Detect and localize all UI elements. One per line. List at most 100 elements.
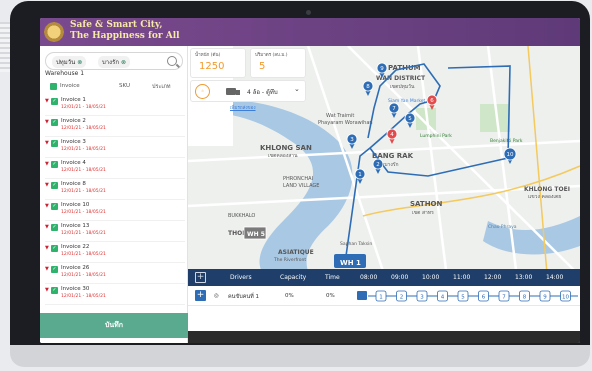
chip-close-icon[interactable]: ⊗ — [121, 59, 126, 66]
timeline-stop[interactable]: 9 — [539, 290, 551, 302]
truck-icon[interactable] — [357, 291, 367, 300]
capacity-value: 0% — [285, 293, 294, 299]
invoice-row[interactable]: ▼ ✓ Invoice 30 12/01/21 - 18/05/21 — [45, 285, 185, 305]
brand-line-2: The Happiness for All — [70, 31, 180, 41]
col-sku[interactable]: SKU — [119, 83, 130, 89]
chevron-down-icon[interactable]: ▼ — [45, 224, 49, 230]
timeline-stop[interactable]: 8 — [519, 290, 530, 302]
filter-chip-2[interactable]: บางรัก ⊗ — [98, 56, 130, 68]
invoice-checkbox[interactable]: ✓ — [51, 245, 58, 252]
time-tick: 11:00 — [453, 274, 471, 281]
col-invoice[interactable]: Invoice — [60, 83, 80, 89]
timeline-stop[interactable]: 10 — [560, 290, 571, 302]
chevron-down-icon[interactable]: ▼ — [45, 266, 49, 272]
time-tick: 12:00 — [484, 274, 502, 281]
time-tick: 14:00 — [546, 274, 564, 281]
invoice-checkbox[interactable]: ✓ — [51, 182, 58, 189]
stop-number: 3 — [350, 137, 354, 143]
warehouse-marker[interactable]: WH 5 — [243, 226, 267, 240]
timeline-stop[interactable]: 4 — [437, 290, 448, 302]
invoice-date: 12/01/21 - 18/05/21 — [61, 210, 106, 215]
vehicle-type: 4 ล้อ - ตู้ทึบ — [247, 89, 278, 96]
invoice-name: Invoice 8 — [61, 181, 86, 187]
expand-row-icon[interactable]: + — [195, 290, 206, 301]
invoice-panel: ปทุมวัน ⊗ บางรัก ⊗ Warehouse 1 Invoice SKU… — [40, 46, 188, 343]
add-driver-icon[interactable]: + — [195, 272, 206, 283]
district-filter[interactable]: ปทุมวัน ⊗ บางรัก ⊗ — [45, 52, 183, 70]
invoice-row[interactable]: ▼ ✓ Invoice 4 12/01/21 - 18/05/21 — [45, 159, 185, 179]
stop-number: 8 — [366, 84, 370, 90]
chevron-down-icon[interactable]: ▼ — [45, 119, 49, 125]
invoice-date: 12/01/21 - 18/05/21 — [61, 147, 106, 152]
invoice-checkbox[interactable]: ✓ — [51, 203, 58, 210]
invoice-row[interactable]: ▼ ✓ Invoice 26 12/01/21 - 18/05/21 — [45, 264, 185, 284]
timeline-stop[interactable]: 3 — [416, 290, 428, 302]
col-capacity: Capacity — [280, 274, 307, 281]
stop-number: 7 — [392, 106, 396, 112]
invoice-checkbox[interactable]: ✓ — [51, 140, 58, 147]
invoice-date: 12/01/21 - 18/05/21 — [61, 168, 106, 173]
chevron-down-icon[interactable]: ▼ — [45, 161, 49, 167]
invoice-column-header: Invoice SKU ประเภท — [45, 82, 185, 94]
search-icon[interactable] — [167, 56, 177, 66]
save-button[interactable]: บันทึก — [40, 313, 188, 338]
timeline-stop[interactable]: 7 — [498, 290, 510, 302]
city-logo — [42, 21, 66, 43]
chevron-down-icon[interactable]: ▼ — [45, 182, 49, 188]
district-label: BUKKHALO — [228, 213, 255, 219]
timeline-stops[interactable]: 1 2 3 4 5 6 7 8 9 10 — [356, 288, 580, 304]
invoice-checkbox[interactable]: ✓ — [51, 224, 58, 231]
invoice-row[interactable]: ▼ ✓ Invoice 2 12/01/21 - 18/05/21 — [45, 117, 185, 137]
invoice-row[interactable]: ▼ ✓ Invoice 10 12/01/21 - 18/05/21 — [45, 201, 185, 221]
chevron-down-icon[interactable]: ▼ — [45, 98, 49, 104]
invoice-row[interactable]: ▼ ✓ Invoice 8 12/01/21 - 18/05/21 — [45, 180, 185, 200]
bottom-bar — [188, 331, 580, 343]
chevron-down-icon[interactable]: ⌄ — [294, 85, 300, 93]
invoice-checkbox[interactable]: ✓ — [51, 266, 58, 273]
col-drivers: Drivers — [230, 274, 252, 281]
vehicle-selector[interactable]: ⏱ 4 ล้อ - ตู้ทึบ ⌄ — [190, 80, 306, 102]
clock-icon: ⏱ — [195, 84, 210, 99]
timeline-stop-number: 7 — [502, 295, 506, 301]
invoice-name: Invoice 26 — [61, 265, 90, 271]
timeline-stop[interactable]: 1 — [375, 290, 387, 302]
driver-row[interactable]: + ◎ คนขับคนที่ 1 0% 0% 1 2 3 4 5 6 7 8 9 10 — [188, 286, 580, 306]
timeline-stop-number: 8 — [523, 295, 527, 301]
invoice-row[interactable]: ▼ ✓ Invoice 22 12/01/21 - 18/05/21 — [45, 243, 185, 263]
invoice-checkbox[interactable]: ✓ — [51, 287, 58, 294]
timeline-stop[interactable]: 6 — [478, 290, 489, 302]
invoice-checkbox[interactable]: ✓ — [51, 161, 58, 168]
invoice-row[interactable]: ▼ ✓ Invoice 3 12/01/21 - 18/05/21 — [45, 138, 185, 158]
warehouse-marker[interactable]: WH 1 — [334, 254, 366, 268]
district-label: WAN DISTRICT — [376, 75, 426, 82]
district-label: เขตปทุมวัน — [390, 84, 415, 90]
col-type[interactable]: ประเภท — [152, 83, 171, 91]
filter-chip-1[interactable]: ปทุมวัน ⊗ — [52, 56, 87, 68]
invoice-checkbox[interactable]: ✓ — [51, 98, 58, 105]
volume-label: ปริมาตร (ลบ.ม.) — [255, 53, 288, 58]
select-all-checkbox[interactable] — [50, 83, 57, 90]
chevron-down-icon[interactable]: ▼ — [45, 140, 49, 146]
chevron-down-icon[interactable]: ▼ — [45, 287, 49, 293]
chevron-down-icon[interactable]: ▼ — [45, 245, 49, 251]
col-time: Time — [325, 274, 340, 281]
time-tick: 09:00 — [391, 274, 409, 281]
district-label: LAND VILLAGE — [283, 183, 319, 189]
timeline-stop-number: 3 — [420, 295, 424, 301]
invoice-name: Invoice 13 — [61, 223, 90, 229]
warehouse-title: Warehouse 1 — [45, 70, 85, 77]
app-screen: Safe & Smart City, The Happiness for All… — [40, 18, 580, 343]
district-label: KHLONG SAN — [260, 144, 312, 152]
invoice-checkbox[interactable]: ✓ — [51, 119, 58, 126]
chevron-down-icon[interactable]: ▼ — [45, 203, 49, 209]
poi-label: Chao Phraya — [488, 224, 517, 230]
invoice-row[interactable]: ▼ ✓ Invoice 13 12/01/21 - 18/05/21 — [45, 222, 185, 242]
add-vehicle-link[interactable]: เพิ่มรถส่งของ — [230, 104, 256, 111]
timeline-stop[interactable]: 5 — [457, 290, 469, 302]
timeline-stop-number: 1 — [379, 295, 383, 301]
eye-icon[interactable]: ◎ — [214, 293, 219, 299]
timeline-stop[interactable]: 2 — [396, 290, 407, 302]
chip-close-icon[interactable]: ⊗ — [77, 59, 82, 66]
time-tick: 08:00 — [360, 274, 378, 281]
invoice-row[interactable]: ▼ ✓ Invoice 1 12/01/21 - 18/05/21 — [45, 96, 185, 116]
